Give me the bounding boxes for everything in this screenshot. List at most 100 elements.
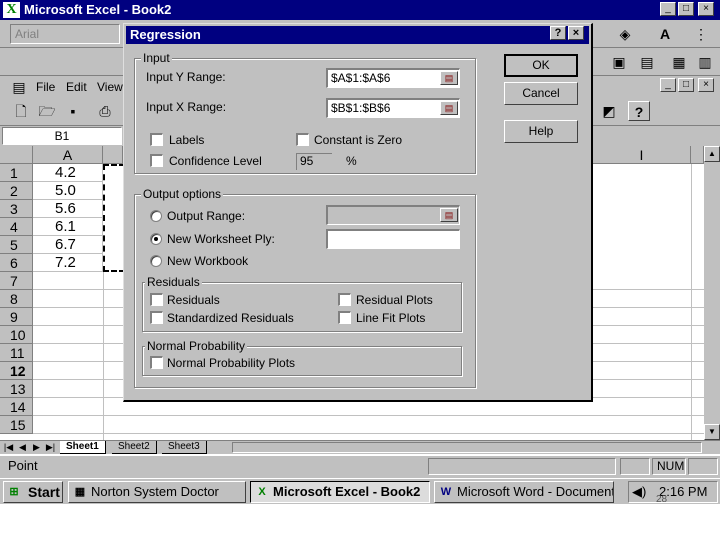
dialog-help-button[interactable]: ? xyxy=(550,26,566,40)
tab-sheet1[interactable]: Sheet1 xyxy=(60,441,106,454)
minimize-button[interactable]: _ xyxy=(660,2,676,16)
horizontal-scrollbar[interactable] xyxy=(232,442,702,453)
menu-edit[interactable]: Edit xyxy=(66,80,87,94)
toolbar-more-icon[interactable]: ⋮ xyxy=(690,24,712,44)
row-header[interactable]: 8 xyxy=(0,290,33,308)
input-x-range-field[interactable]: $B$1:$B$6 ▤ xyxy=(326,98,460,118)
ok-button[interactable]: OK xyxy=(504,54,578,77)
collapse-dialog-icon[interactable]: ▤ xyxy=(440,208,458,222)
labels-checkbox[interactable] xyxy=(150,133,163,146)
new-icon[interactable]: 🗋 xyxy=(10,101,32,121)
row-header-active[interactable]: 12 xyxy=(0,362,33,380)
percent-sign: % xyxy=(346,154,357,168)
dialog-title: Regression xyxy=(130,27,201,42)
fill-color-icon[interactable]: ◈ xyxy=(614,24,636,44)
output-range-field[interactable]: ▤ xyxy=(326,205,460,225)
cell-a5[interactable]: 6.7 xyxy=(33,236,103,254)
name-box[interactable]: B1 xyxy=(2,127,122,145)
cell-a6[interactable]: 7.2 xyxy=(33,254,103,272)
output-range-radio[interactable] xyxy=(150,210,162,222)
standardized-residuals-checkbox[interactable] xyxy=(150,311,163,324)
drawing-icon[interactable]: ▦ xyxy=(668,52,690,72)
menu-file[interactable]: File xyxy=(36,80,55,94)
speaker-icon[interactable]: ◀) xyxy=(632,482,646,502)
cell-a2[interactable]: 5.0 xyxy=(33,182,103,200)
drawing-toolbar-icon[interactable]: ◩ xyxy=(598,101,620,121)
column-header-i[interactable]: I xyxy=(593,146,691,164)
scroll-up-icon[interactable]: ▲ xyxy=(704,146,720,162)
row-header[interactable]: 13 xyxy=(0,380,33,398)
residuals-checkbox[interactable] xyxy=(150,293,163,306)
new-worksheet-ply-radio[interactable] xyxy=(150,233,162,245)
row-header[interactable]: 15 xyxy=(0,416,33,434)
row-header[interactable]: 1 xyxy=(0,164,33,182)
confidence-level-checkbox[interactable] xyxy=(150,154,163,167)
start-button[interactable]: ⊞ Start xyxy=(3,481,63,503)
row-header[interactable]: 5 xyxy=(0,236,33,254)
input-y-range-field[interactable]: $A$1:$A$6 ▤ xyxy=(326,68,460,88)
save-icon[interactable]: ▪ xyxy=(62,101,84,121)
row-header[interactable]: 9 xyxy=(0,308,33,326)
scroll-down-icon[interactable]: ▼ xyxy=(704,424,720,440)
row-header[interactable]: 3 xyxy=(0,200,33,218)
cell-a3[interactable]: 5.6 xyxy=(33,200,103,218)
line-fit-plots-checkbox[interactable] xyxy=(338,311,351,324)
menu-view[interactable]: View xyxy=(97,80,123,94)
close-button[interactable]: × xyxy=(698,2,714,16)
workbook-icon[interactable]: ▤ xyxy=(8,77,30,97)
collapse-dialog-icon[interactable]: ▤ xyxy=(440,71,458,85)
font-name-box[interactable]: Arial xyxy=(10,24,120,44)
task-word[interactable]: W Microsoft Word - Document1 xyxy=(434,481,614,503)
last-sheet-icon[interactable]: ▶| xyxy=(44,441,57,454)
tab-sheet2[interactable]: Sheet2 xyxy=(112,441,157,454)
row-header[interactable]: 2 xyxy=(0,182,33,200)
first-sheet-icon[interactable]: |◀ xyxy=(2,441,15,454)
normal-probability-group-label: Normal Probability xyxy=(145,339,248,353)
print-icon[interactable]: ⎙ xyxy=(94,101,116,121)
cell-a4[interactable]: 6.1 xyxy=(33,218,103,236)
normal-probability-plots-checkbox[interactable] xyxy=(150,356,163,369)
row-header[interactable]: 10 xyxy=(0,326,33,344)
task-norton[interactable]: ▦ Norton System Doctor xyxy=(68,481,246,503)
row-header[interactable]: 14 xyxy=(0,398,33,416)
dialog-title-bar[interactable]: Regression xyxy=(126,26,589,44)
cell-a1[interactable]: 4.2 xyxy=(33,164,103,182)
cancel-button[interactable]: Cancel xyxy=(504,82,578,105)
help-icon[interactable]: ? xyxy=(628,101,650,121)
collapse-dialog-icon[interactable]: ▤ xyxy=(440,101,458,115)
row-header[interactable]: 11 xyxy=(0,344,33,362)
chart-icon[interactable]: ▣ xyxy=(608,52,630,72)
doc-close-button[interactable]: × xyxy=(698,78,714,92)
zoom-icon[interactable]: ▥ xyxy=(694,52,716,72)
dialog-close-button[interactable]: × xyxy=(568,26,584,40)
select-all-corner[interactable] xyxy=(0,146,33,164)
column-header-b[interactable] xyxy=(103,146,123,164)
row-header[interactable]: 6 xyxy=(0,254,33,272)
vertical-scrollbar[interactable]: ▲ ▼ xyxy=(704,146,720,440)
residual-plots-checkbox[interactable] xyxy=(338,293,351,306)
new-worksheet-ply-field[interactable] xyxy=(326,229,460,249)
next-sheet-icon[interactable]: ▶ xyxy=(30,441,43,454)
column-header-a[interactable]: A xyxy=(33,146,103,164)
row-header[interactable]: 4 xyxy=(0,218,33,236)
help-button[interactable]: Help xyxy=(504,120,578,143)
app-title-bar[interactable]: X Microsoft Excel - Book2 _ □ × xyxy=(0,0,720,20)
doc-restore-button[interactable]: □ xyxy=(678,78,694,92)
task-excel[interactable]: X Microsoft Excel - Book2 xyxy=(250,481,430,503)
map-icon[interactable]: ▤ xyxy=(636,52,658,72)
row-header[interactable]: 7 xyxy=(0,272,33,290)
input-y-value: $A$1:$A$6 xyxy=(331,71,391,85)
column-divider xyxy=(103,272,104,440)
maximize-button[interactable]: □ xyxy=(678,2,694,16)
column-header-j[interactable] xyxy=(691,146,704,164)
open-icon[interactable]: 🗁 xyxy=(36,101,58,121)
slide-number: 28 xyxy=(656,494,668,505)
tab-sheet3[interactable]: Sheet3 xyxy=(162,441,207,454)
constant-zero-checkbox[interactable] xyxy=(296,133,309,146)
status-panel xyxy=(428,458,616,475)
prev-sheet-icon[interactable]: ◀ xyxy=(16,441,29,454)
doc-minimize-button[interactable]: _ xyxy=(660,78,676,92)
confidence-level-field[interactable]: 95 xyxy=(296,153,332,170)
font-color-icon[interactable]: A xyxy=(654,24,676,44)
new-workbook-radio[interactable] xyxy=(150,255,162,267)
